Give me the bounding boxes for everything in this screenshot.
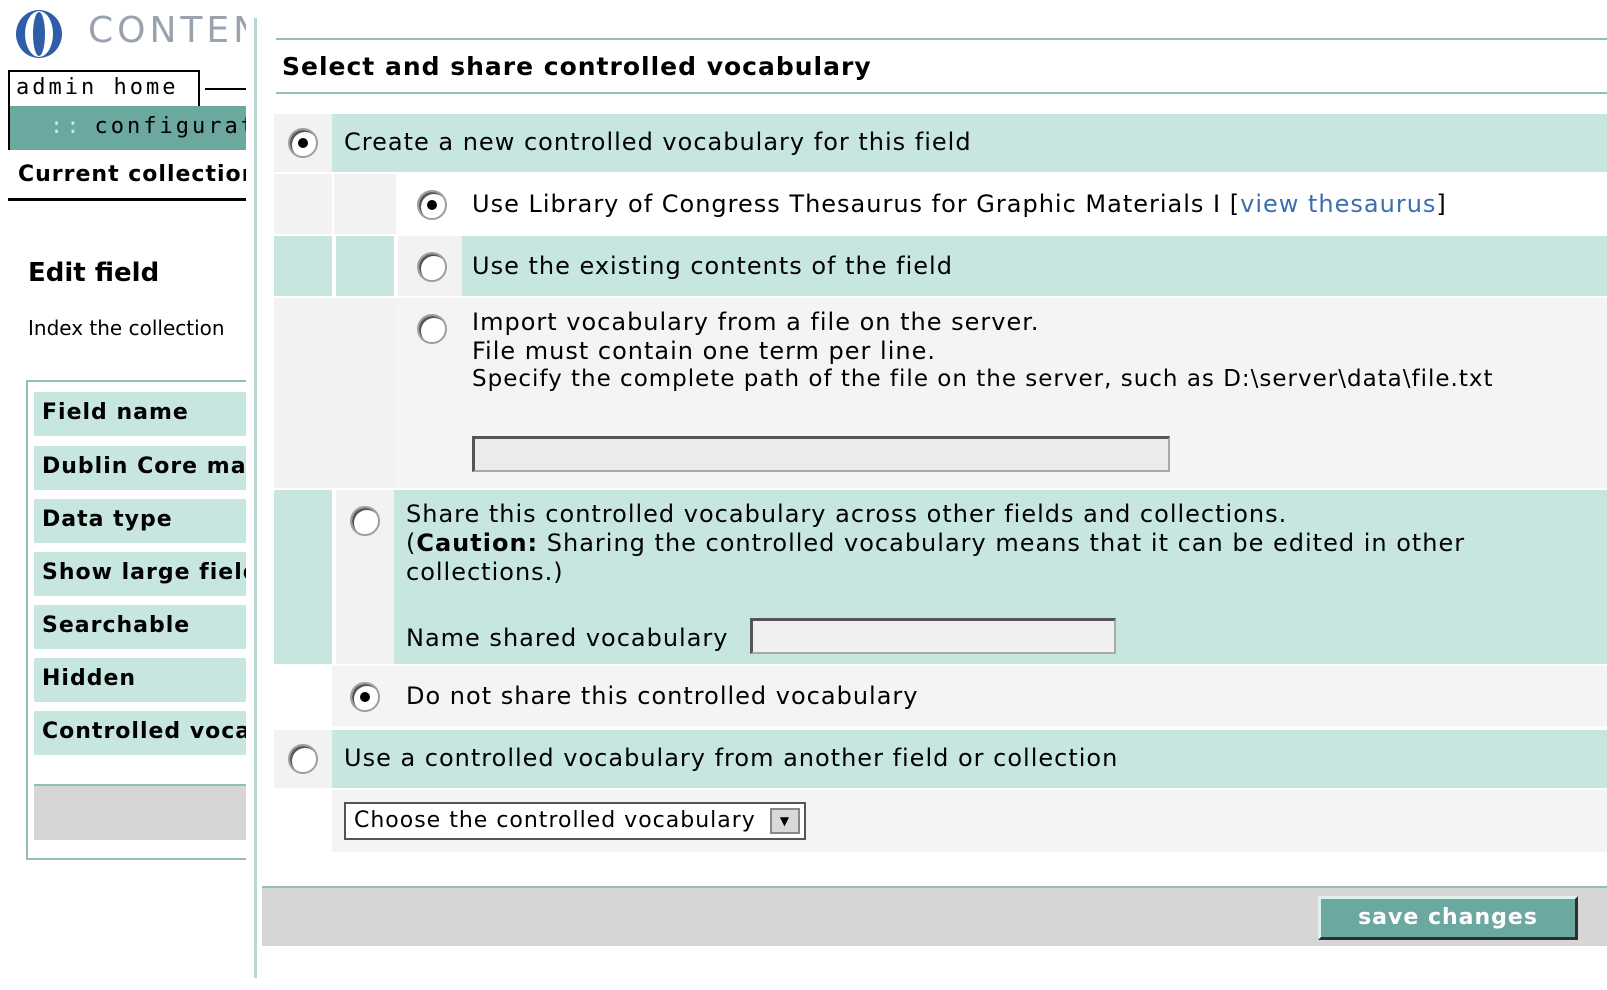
spacer-cell (274, 174, 332, 234)
left-panel: CONTEN admin home ::configurati Current … (0, 0, 246, 990)
option-row-no-share: Do not share this controlled vocabulary (274, 666, 1607, 726)
spacer-cell (334, 298, 396, 488)
option-row-create-new: Create a new controlled vocabulary for t… (274, 114, 1607, 172)
page-title: Edit field (28, 258, 160, 288)
option-label-create-new: Create a new controlled vocabulary for t… (344, 128, 972, 156)
panel-divider (254, 18, 257, 978)
cell-gap (332, 236, 336, 296)
option-row-other-field: Use a controlled vocabulary from another… (274, 730, 1607, 788)
contentdm-logo-icon (16, 10, 62, 58)
option-label-existing: Use the existing contents of the field (472, 252, 953, 280)
option-label-other-field: Use a controlled vocabulary from another… (344, 744, 1119, 772)
save-button[interactable]: save changes (1318, 896, 1578, 940)
loc-text: Use Library of Congress Thesaurus for Gr… (472, 190, 1241, 218)
share-line-1: Share this controlled vocabulary across … (406, 500, 1288, 528)
spacer-cell (274, 298, 332, 488)
option-label-loc: Use Library of Congress Thesaurus for Gr… (472, 190, 1447, 218)
caution-label: Caution: (416, 529, 539, 557)
radio-use-existing[interactable] (417, 252, 447, 282)
list-footer (34, 784, 246, 840)
import-line-1: Import vocabulary from a file on the ser… (472, 308, 1040, 336)
option-row-select: Choose the controlled vocabulary ▼ (274, 790, 1607, 852)
section-title: Select and share controlled vocabulary (282, 52, 872, 81)
current-collection-label: Current collection (18, 162, 246, 187)
tab-divider-line (205, 88, 246, 90)
share-caution-open: ( (406, 529, 417, 557)
view-thesaurus-link[interactable]: view thesaurus (1240, 190, 1436, 218)
list-item-data-type: Data type (34, 499, 246, 543)
loc-text-end: ] (1436, 190, 1447, 218)
list-item-dublin-core-map: Dublin Core map (34, 446, 246, 490)
form-footer: save changes (262, 886, 1607, 946)
share-line-3: collections.) (406, 558, 564, 586)
radio-create-new[interactable] (288, 128, 318, 158)
main-panel: Select and share controlled vocabulary C… (262, 0, 1607, 990)
config-tab-dots: :: (50, 114, 83, 139)
name-shared-label: Name shared vocabulary (406, 624, 729, 652)
share-line-2: (Caution: Sharing the controlled vocabul… (406, 529, 1465, 557)
spacer-cell (334, 174, 396, 234)
divider (8, 198, 246, 201)
chevron-down-icon[interactable]: ▼ (770, 808, 800, 834)
radio-no-share[interactable] (350, 682, 380, 712)
divider (276, 92, 1607, 94)
spacer-cell (274, 666, 332, 726)
list-item-searchable: Searchable (34, 605, 246, 649)
radio-use-loc[interactable] (417, 190, 447, 220)
radio-other-field[interactable] (288, 744, 318, 774)
option-row-share: Share this controlled vocabulary across … (274, 490, 1607, 664)
share-caution-text: Sharing the controlled vocabulary means … (538, 529, 1466, 557)
list-item-field-name: Field name (34, 392, 246, 436)
index-collection-text: Index the collection (28, 316, 225, 340)
app-title: CONTEN (88, 10, 246, 51)
tab-configuration[interactable]: ::configurati (8, 106, 246, 150)
admin-home-tab[interactable]: admin home (8, 70, 200, 106)
vocabulary-select[interactable]: Choose the controlled vocabulary ▼ (344, 802, 806, 840)
spacer-cell (274, 790, 332, 852)
option-row-loc: Use Library of Congress Thesaurus for Gr… (274, 174, 1607, 234)
radio-import-file[interactable] (417, 314, 447, 344)
option-label-no-share: Do not share this controlled vocabulary (406, 682, 919, 710)
option-row-existing: Use the existing contents of the field (274, 236, 1607, 296)
field-properties-list: Field name Dublin Core map Data type Sho… (26, 380, 246, 860)
import-line-2: File must contain one term per line. (472, 337, 936, 365)
import-path-input[interactable] (472, 436, 1170, 472)
list-item-hidden: Hidden (34, 658, 246, 702)
radio-cell (274, 114, 332, 172)
name-shared-input[interactable] (750, 618, 1116, 654)
divider (276, 38, 1607, 40)
select-value: Choose the controlled vocabulary (354, 808, 756, 833)
list-item-controlled-vocabulary: Controlled voca (34, 711, 246, 755)
list-item-show-large-field: Show large field (34, 552, 246, 596)
option-row-import: Import vocabulary from a file on the ser… (274, 298, 1607, 488)
radio-share[interactable] (350, 506, 380, 536)
config-tab-label: configurati (94, 114, 247, 139)
import-line-3: Specify the complete path of the file on… (472, 366, 1494, 392)
